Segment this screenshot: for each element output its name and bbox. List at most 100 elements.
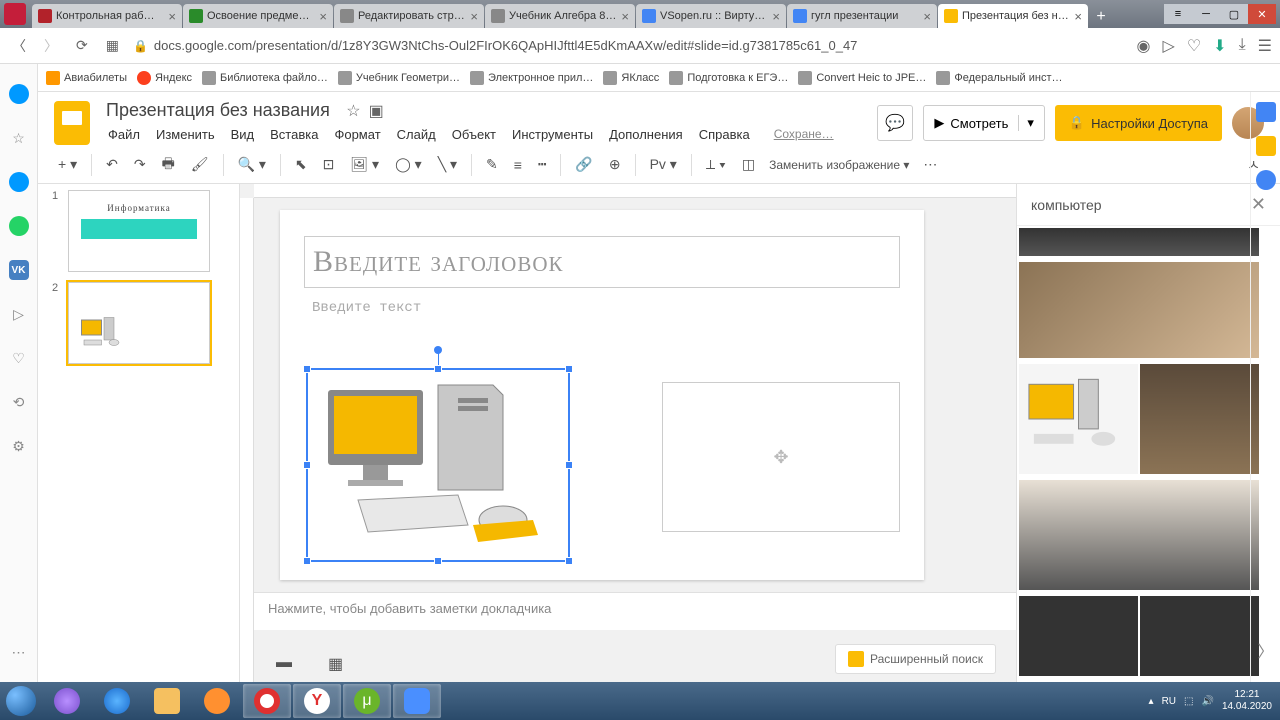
- bookmark-item[interactable]: ЯКласс: [603, 71, 659, 85]
- bookmark-item[interactable]: Электронное прил…: [470, 71, 593, 85]
- taskbar-app[interactable]: [43, 684, 91, 718]
- reload-button[interactable]: ⟳: [72, 33, 92, 58]
- download-icon[interactable]: ⬇: [1213, 36, 1226, 56]
- subtitle-placeholder[interactable]: Введите текст: [304, 298, 900, 322]
- border-color-button[interactable]: ✎: [480, 152, 504, 177]
- browser-tab[interactable]: гугл презентации×: [787, 4, 937, 28]
- explore-image-result[interactable]: [1019, 364, 1138, 474]
- tab-close-icon[interactable]: ×: [617, 9, 629, 24]
- image-tool[interactable]: 🖼 ▾: [344, 152, 385, 177]
- rotate-handle[interactable]: [434, 346, 442, 354]
- advanced-search-button[interactable]: Расширенный поиск: [835, 644, 996, 674]
- taskbar-utorrent[interactable]: μ: [343, 684, 391, 718]
- sidebar-settings-icon[interactable]: ⚙: [9, 436, 29, 456]
- textbox-tool[interactable]: ⊡: [317, 152, 341, 177]
- menu-tools[interactable]: Инструменты: [506, 123, 599, 146]
- explore-image-result[interactable]: [1019, 228, 1259, 256]
- bookmark-item[interactable]: Учебник Геометри…: [338, 71, 460, 85]
- link-button[interactable]: 🔗: [569, 152, 598, 177]
- zoom-button[interactable]: 🔍 ▾: [232, 152, 272, 177]
- tasks-icon[interactable]: [1256, 170, 1276, 190]
- maximize-button[interactable]: ▢: [1220, 4, 1248, 24]
- bookmark-item[interactable]: Подготовка к ЕГЭ…: [669, 71, 788, 85]
- slide-canvas[interactable]: Введите заголовок Введите текст: [280, 210, 924, 580]
- save-icon[interactable]: ⤓: [1239, 36, 1246, 56]
- tab-close-icon[interactable]: ×: [315, 9, 327, 24]
- move-folder-icon[interactable]: ▣: [369, 101, 384, 121]
- tray-volume-icon[interactable]: 🔊: [1201, 696, 1213, 707]
- browser-tab-active[interactable]: Презентация без н…×: [938, 4, 1088, 28]
- taskbar-ie[interactable]: [93, 684, 141, 718]
- resize-handle[interactable]: [565, 461, 573, 469]
- resize-handle[interactable]: [434, 365, 442, 373]
- menu-slide[interactable]: Слайд: [391, 123, 442, 146]
- present-button[interactable]: ▶ Смотреть ▾: [923, 105, 1045, 141]
- tab-close-icon[interactable]: ×: [1070, 9, 1082, 24]
- speed-dial-button[interactable]: ▦: [102, 33, 123, 58]
- explore-image-result[interactable]: [1140, 364, 1259, 474]
- close-button[interactable]: ✕: [1248, 4, 1276, 24]
- sidebar-vk-icon[interactable]: VK: [9, 260, 29, 280]
- explore-image-result[interactable]: [1019, 262, 1259, 358]
- present-dropdown-icon[interactable]: ▾: [1018, 115, 1034, 131]
- speaker-notes[interactable]: Нажмите, чтобы добавить заметки докладчи…: [254, 592, 1016, 630]
- heart-icon[interactable]: ♡: [1187, 36, 1201, 56]
- tray-network-icon[interactable]: ⬚: [1184, 696, 1193, 707]
- border-dash-button[interactable]: ┅: [532, 152, 552, 177]
- resize-handle[interactable]: [303, 557, 311, 565]
- resize-handle[interactable]: [303, 461, 311, 469]
- tray-clock[interactable]: 12:21 14.04.2020: [1222, 689, 1272, 713]
- crop-button[interactable]: ⟂ ▾: [700, 152, 732, 177]
- tray-lang[interactable]: RU: [1162, 696, 1176, 707]
- bookmark-item[interactable]: Convert Heic to JPE…: [798, 71, 926, 85]
- comment-add-button[interactable]: ⊕: [603, 152, 627, 177]
- line-tool[interactable]: ╲ ▾: [432, 152, 463, 177]
- resize-handle[interactable]: [434, 557, 442, 565]
- taskbar-media[interactable]: [193, 684, 241, 718]
- menu-insert[interactable]: Вставка: [264, 123, 324, 146]
- share-button[interactable]: 🔒 Настройки Доступа: [1055, 105, 1222, 141]
- tray-expand-icon[interactable]: ▴: [1149, 696, 1154, 707]
- bookmark-item[interactable]: Яндекс: [137, 71, 192, 85]
- browser-tab[interactable]: VSopen.ru :: Вирту…×: [636, 4, 786, 28]
- selected-image[interactable]: [306, 368, 570, 562]
- paint-format-button[interactable]: 🖌: [185, 152, 215, 177]
- font-button[interactable]: Pv ▾: [644, 152, 683, 177]
- image-placeholder[interactable]: ✥: [662, 382, 900, 532]
- more-toolbar-button[interactable]: ⋯: [917, 152, 943, 177]
- menu-help[interactable]: Справка: [693, 123, 756, 146]
- undo-button[interactable]: ↶: [100, 152, 124, 177]
- explore-image-result[interactable]: [1140, 596, 1259, 676]
- tab-close-icon[interactable]: ×: [466, 9, 478, 24]
- browser-tab[interactable]: Контрольная раб…×: [32, 4, 182, 28]
- new-tab-button[interactable]: +: [1089, 6, 1113, 28]
- browser-tab[interactable]: Учебник Алгебра 8…×: [485, 4, 635, 28]
- window-menu-button[interactable]: ≡: [1164, 4, 1192, 24]
- collapse-sidebar-icon[interactable]: 〉: [1257, 638, 1273, 662]
- snapshot-icon[interactable]: ◉: [1137, 36, 1151, 56]
- taskbar-yandex[interactable]: Y: [293, 684, 341, 718]
- mask-button[interactable]: ◫: [736, 152, 761, 177]
- tab-close-icon[interactable]: ×: [768, 9, 780, 24]
- sidebar-play-icon[interactable]: ▷: [9, 304, 29, 324]
- resize-handle[interactable]: [303, 365, 311, 373]
- filmstrip-view-button[interactable]: ▬: [270, 648, 298, 680]
- shape-tool[interactable]: ◯ ▾: [389, 152, 428, 177]
- menu-format[interactable]: Формат: [328, 123, 386, 146]
- grid-view-button[interactable]: ▦: [322, 648, 349, 680]
- tab-close-icon[interactable]: ×: [919, 9, 931, 24]
- play-icon[interactable]: ▷: [1163, 36, 1175, 56]
- sidebar-more-icon[interactable]: ⋯: [9, 642, 29, 662]
- minimize-button[interactable]: ─: [1192, 4, 1220, 24]
- taskbar-opera[interactable]: [243, 684, 291, 718]
- explore-image-result[interactable]: [1019, 480, 1259, 590]
- taskbar-zoom[interactable]: [393, 684, 441, 718]
- bookmark-item[interactable]: Библиотека файло…: [202, 71, 328, 85]
- print-button[interactable]: 🖶: [156, 149, 181, 181]
- sidebar-messenger-icon[interactable]: [9, 172, 29, 192]
- menu-edit[interactable]: Изменить: [150, 123, 221, 146]
- redo-button[interactable]: ↷: [128, 152, 152, 177]
- forward-button[interactable]: 〉: [40, 32, 62, 60]
- select-tool[interactable]: ⬉: [289, 152, 313, 177]
- slide-thumbnail[interactable]: Информатика: [68, 190, 210, 272]
